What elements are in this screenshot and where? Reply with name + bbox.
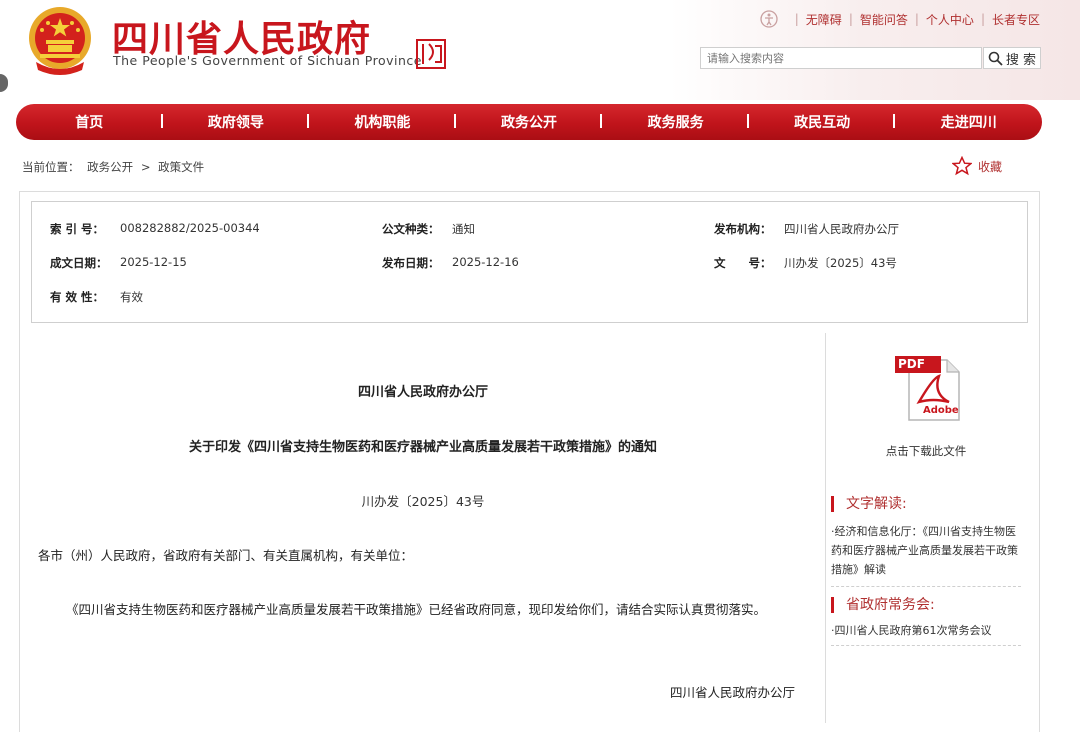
star-icon [952, 156, 972, 176]
breadcrumb-item-policy-docs[interactable]: 政策文件 [158, 160, 204, 174]
pdf-badge-label: PDF [898, 357, 925, 371]
divider: | [980, 12, 985, 26]
meeting-title: 省政府常务会: [831, 597, 935, 613]
main-nav: 首页 政府领导 机构职能 政务公开 政务服务 政民互动 走进四川 [16, 104, 1042, 140]
meta-validity: 有效 [120, 290, 143, 304]
doc-signature: 四川省人民政府办公厅 [670, 685, 796, 700]
download-label[interactable]: 点击下载此文件 [826, 443, 1026, 459]
search-input[interactable] [700, 47, 982, 69]
meta-index-no: 008282882/2025-00344 [120, 221, 260, 235]
favorite-button[interactable]: 收藏 [952, 156, 1002, 176]
meta-label-publisher: 发布机构： [714, 222, 772, 236]
meta-label-validity: 有 效 性： [50, 290, 105, 304]
meta-label-written-date: 成文日期： [50, 256, 108, 270]
top-link-smart-qa[interactable]: 智能问答 [860, 11, 908, 28]
divider: | [914, 12, 919, 26]
doc-title: 关于印发《四川省支持生物医药和医疗器械产业高质量发展若干政策措施》的通知 [188, 440, 657, 455]
site-subtitle: The People's Government of Sichuan Provi… [113, 53, 422, 68]
meta-label-doc-type: 公文种类： [382, 222, 440, 236]
meta-label-publish-date: 发布日期： [382, 256, 440, 270]
breadcrumb-prefix: 当前位置： [22, 160, 80, 174]
interpretation-title: 文字解读: [831, 496, 907, 512]
nav-item-services[interactable]: 政务服务 [602, 112, 749, 132]
meeting-link[interactable]: ·四川省人民政府第61次常务会议 [831, 621, 1021, 640]
nav-item-about-sichuan[interactable]: 走进四川 [895, 112, 1042, 132]
favorite-label: 收藏 [978, 159, 1003, 174]
divider: | [794, 12, 799, 26]
nav-item-functions[interactable]: 机构职能 [309, 112, 456, 132]
accessibility-icon[interactable] [760, 10, 778, 28]
breadcrumb: 当前位置： 政务公开 > 政策文件 [22, 159, 208, 175]
adobe-label: Adobe [923, 405, 959, 416]
nav-item-interaction[interactable]: 政民互动 [749, 112, 896, 132]
top-links: | 无障碍 | 智能问答 | 个人中心 | 长者专区 [760, 10, 1040, 28]
meta-doc-type: 通知 [452, 222, 475, 236]
divider [831, 645, 1021, 646]
meta-label-doc-no: 文 号： [714, 256, 772, 270]
doc-number: 川办发〔2025〕43号 [361, 494, 485, 509]
nav-item-leaders[interactable]: 政府领导 [163, 112, 310, 132]
top-link-elder-zone[interactable]: 长者专区 [992, 11, 1040, 28]
meta-publisher: 四川省人民政府办公厅 [784, 222, 899, 236]
national-emblem-icon [29, 7, 91, 75]
meta-written-date: 2025-12-15 [120, 255, 187, 269]
doc-issuer: 四川省人民政府办公厅 [357, 385, 488, 400]
search-button[interactable]: 搜 索 [983, 47, 1041, 69]
divider [831, 586, 1021, 587]
seal-logo-icon [416, 39, 446, 69]
nav-item-home[interactable]: 首页 [16, 112, 163, 132]
meta-label-index: 索 引 号： [50, 222, 105, 236]
search-icon [988, 51, 1003, 66]
top-link-accessibility[interactable]: 无障碍 [806, 11, 842, 28]
doc-addressee: 各市（州）人民政府，省政府有关部门、有关直属机构，有关单位： [38, 548, 414, 563]
meta-publish-date: 2025-12-16 [452, 255, 519, 269]
search-button-label: 搜 索 [1005, 52, 1037, 68]
interpretation-link[interactable]: ·经济和信息化厅：《四川省支持生物医药和医疗器械产业高质量发展若干政策措施》解读 [831, 522, 1021, 579]
doc-body: 《四川省支持生物医药和医疗器械产业高质量发展若干政策措施》已经省政府同意，现印发… [66, 602, 767, 617]
document-meta-table: 索 引 号： 008282882/2025-00344 公文种类： 通知 发布机… [31, 201, 1028, 323]
top-link-personal-center[interactable]: 个人中心 [926, 11, 974, 28]
breadcrumb-separator: > [140, 160, 151, 174]
breadcrumb-item-open-affairs[interactable]: 政务公开 [87, 160, 133, 174]
divider: | [848, 12, 853, 26]
pdf-download-icon[interactable]: PDF Adobe [893, 354, 963, 424]
meta-doc-no: 川办发〔2025〕43号 [784, 256, 897, 270]
nav-item-open-affairs[interactable]: 政务公开 [456, 112, 603, 132]
site-header: 四川省人民政府 The People's Government of Sichu… [0, 0, 1080, 100]
